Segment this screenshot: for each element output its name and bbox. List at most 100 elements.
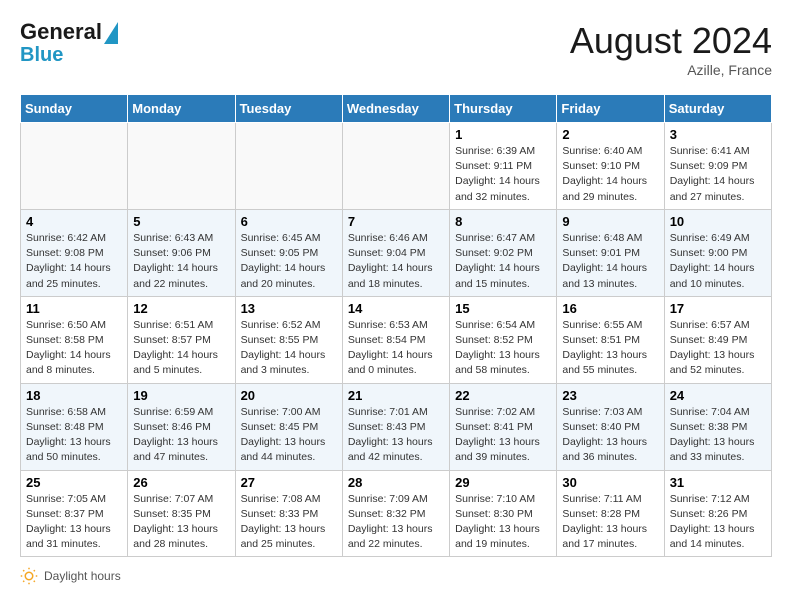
day-number: 24 [670, 388, 766, 403]
day-cell-1: 1Sunrise: 6:39 AMSunset: 9:11 PMDaylight… [450, 123, 557, 210]
day-info: Sunrise: 6:57 AMSunset: 8:49 PMDaylight:… [670, 318, 766, 379]
calendar-week-row: 11Sunrise: 6:50 AMSunset: 8:58 PMDayligh… [21, 296, 772, 383]
day-info: Sunrise: 6:59 AMSunset: 8:46 PMDaylight:… [133, 405, 229, 466]
day-cell-29: 29Sunrise: 7:10 AMSunset: 8:30 PMDayligh… [450, 470, 557, 557]
day-number: 21 [348, 388, 444, 403]
day-number: 15 [455, 301, 551, 316]
day-number: 3 [670, 127, 766, 142]
day-info: Sunrise: 7:05 AMSunset: 8:37 PMDaylight:… [26, 492, 122, 553]
day-info: Sunrise: 6:54 AMSunset: 8:52 PMDaylight:… [455, 318, 551, 379]
day-info: Sunrise: 6:52 AMSunset: 8:55 PMDaylight:… [241, 318, 337, 379]
day-cell-26: 26 Sunrise: 7:07 AMSunset: 8:35 PMDayligh… [128, 470, 235, 557]
day-cell-2: 2 Sunrise: 6:40 AMSunset: 9:10 PMDaylight… [557, 123, 664, 210]
day-number: 12 [133, 301, 229, 316]
day-info: Sunrise: 6:46 AMSunset: 9:04 PMDaylight:… [348, 231, 444, 292]
day-info: Sunrise: 6:48 AMSunset: 9:01 PMDaylight:… [562, 231, 658, 292]
day-cell-22: 22Sunrise: 7:02 AMSunset: 8:41 PMDayligh… [450, 383, 557, 470]
day-cell-9: 9 Sunrise: 6:48 AMSunset: 9:01 PMDaylight… [557, 209, 664, 296]
day-cell-21: 21 Sunrise: 7:01 AMSunset: 8:43 PMDayligh… [342, 383, 449, 470]
sun-icon [20, 567, 38, 585]
day-number: 17 [670, 301, 766, 316]
day-cell-25: 25 Sunrise: 7:05 AMSunset: 8:37 PMDayligh… [21, 470, 128, 557]
day-number: 14 [348, 301, 444, 316]
empty-cell [342, 123, 449, 210]
day-number: 31 [670, 475, 766, 490]
day-info: Sunrise: 7:01 AMSunset: 8:43 PMDaylight:… [348, 405, 444, 466]
day-info: Sunrise: 7:08 AMSunset: 8:33 PMDaylight:… [241, 492, 337, 553]
day-header-wednesday: Wednesday [342, 95, 449, 123]
day-info: Sunrise: 6:58 AMSunset: 8:48 PMDaylight:… [26, 405, 122, 466]
day-number: 26 [133, 475, 229, 490]
day-cell-4: 4 Sunrise: 6:42 AMSunset: 9:08 PMDaylight… [21, 209, 128, 296]
day-info: Sunrise: 7:04 AMSunset: 8:38 PMDaylight:… [670, 405, 766, 466]
day-cell-3: 3 Sunrise: 6:41 AMSunset: 9:09 PMDaylight… [664, 123, 771, 210]
day-info: Sunrise: 6:51 AMSunset: 8:57 PMDaylight:… [133, 318, 229, 379]
day-cell-15: 15 Sunrise: 6:54 AMSunset: 8:52 PMDayligh… [450, 296, 557, 383]
day-number: 5 [133, 214, 229, 229]
location: Azille, France [570, 62, 772, 78]
day-number: 1 [455, 127, 551, 142]
day-info: Sunrise: 6:47 AMSunset: 9:02 PMDaylight:… [455, 231, 551, 292]
day-number: 28 [348, 475, 444, 490]
calendar-week-row: 4 Sunrise: 6:42 AMSunset: 9:08 PMDaylight… [21, 209, 772, 296]
day-info: Sunrise: 6:42 AMSunset: 9:08 PMDaylight:… [26, 231, 122, 292]
empty-cell [128, 123, 235, 210]
day-number: 8 [455, 214, 551, 229]
day-cell-20: 20 Sunrise: 7:00 AMSunset: 8:45 PMDayligh… [235, 383, 342, 470]
title-area: August 2024 Azille, France [570, 20, 772, 78]
day-number: 30 [562, 475, 658, 490]
calendar-table: SundayMondayTuesdayWednesdayThursdayFrid… [20, 94, 772, 557]
day-number: 25 [26, 475, 122, 490]
day-cell-31: 31 Sunrise: 7:12 AMSunset: 8:26 PMDayligh… [664, 470, 771, 557]
day-cell-18: 18 Sunrise: 6:58 AMSunset: 8:48 PMDayligh… [21, 383, 128, 470]
day-info: Sunrise: 6:40 AMSunset: 9:10 PMDaylight:… [562, 144, 658, 205]
day-cell-24: 24 Sunrise: 7:04 AMSunset: 8:38 PMDayligh… [664, 383, 771, 470]
day-info: Sunrise: 7:09 AMSunset: 8:32 PMDaylight:… [348, 492, 444, 553]
day-number: 20 [241, 388, 337, 403]
day-info: Sunrise: 7:07 AMSunset: 8:35 PMDaylight:… [133, 492, 229, 553]
day-header-thursday: Thursday [450, 95, 557, 123]
day-number: 7 [348, 214, 444, 229]
page-header: General Blue August 2024 Azille, France [20, 20, 772, 78]
day-cell-7: 7 Sunrise: 6:46 AMSunset: 9:04 PMDaylight… [342, 209, 449, 296]
day-number: 23 [562, 388, 658, 403]
day-cell-13: 13 Sunrise: 6:52 AMSunset: 8:55 PMDayligh… [235, 296, 342, 383]
logo-text: General [20, 20, 118, 44]
day-header-monday: Monday [128, 95, 235, 123]
day-info: Sunrise: 7:11 AMSunset: 8:28 PMDaylight:… [562, 492, 658, 553]
day-cell-16: 16 Sunrise: 6:55 AMSunset: 8:51 PMDayligh… [557, 296, 664, 383]
day-number: 2 [562, 127, 658, 142]
empty-cell [235, 123, 342, 210]
day-info: Sunrise: 7:00 AMSunset: 8:45 PMDaylight:… [241, 405, 337, 466]
day-number: 18 [26, 388, 122, 403]
calendar-week-row: 18 Sunrise: 6:58 AMSunset: 8:48 PMDayligh… [21, 383, 772, 470]
day-number: 6 [241, 214, 337, 229]
day-info: Sunrise: 7:10 AMSunset: 8:30 PMDaylight:… [455, 492, 551, 553]
day-number: 9 [562, 214, 658, 229]
day-number: 27 [241, 475, 337, 490]
day-number: 10 [670, 214, 766, 229]
day-cell-17: 17 Sunrise: 6:57 AMSunset: 8:49 PMDayligh… [664, 296, 771, 383]
day-number: 4 [26, 214, 122, 229]
day-info: Sunrise: 6:41 AMSunset: 9:09 PMDaylight:… [670, 144, 766, 205]
day-info: Sunrise: 7:03 AMSunset: 8:40 PMDaylight:… [562, 405, 658, 466]
day-cell-8: 8 Sunrise: 6:47 AMSunset: 9:02 PMDaylight… [450, 209, 557, 296]
footer-label: Daylight hours [44, 569, 121, 583]
day-info: Sunrise: 6:55 AMSunset: 8:51 PMDaylight:… [562, 318, 658, 379]
day-number: 16 [562, 301, 658, 316]
day-cell-19: 19Sunrise: 6:59 AMSunset: 8:46 PMDayligh… [128, 383, 235, 470]
day-number: 13 [241, 301, 337, 316]
calendar-header-row: SundayMondayTuesdayWednesdayThursdayFrid… [21, 95, 772, 123]
day-info: Sunrise: 7:02 AMSunset: 8:41 PMDaylight:… [455, 405, 551, 466]
day-cell-14: 14Sunrise: 6:53 AMSunset: 8:54 PMDayligh… [342, 296, 449, 383]
day-cell-12: 12 Sunrise: 6:51 AMSunset: 8:57 PMDayligh… [128, 296, 235, 383]
day-cell-30: 30 Sunrise: 7:11 AMSunset: 8:28 PMDayligh… [557, 470, 664, 557]
empty-cell [21, 123, 128, 210]
day-cell-6: 6Sunrise: 6:45 AMSunset: 9:05 PMDaylight… [235, 209, 342, 296]
calendar-week-row: 1Sunrise: 6:39 AMSunset: 9:11 PMDaylight… [21, 123, 772, 210]
day-info: Sunrise: 6:43 AMSunset: 9:06 PMDaylight:… [133, 231, 229, 292]
day-cell-5: 5 Sunrise: 6:43 AMSunset: 9:06 PMDaylight… [128, 209, 235, 296]
day-info: Sunrise: 7:12 AMSunset: 8:26 PMDaylight:… [670, 492, 766, 553]
footer: Daylight hours [20, 567, 772, 585]
day-cell-27: 27 Sunrise: 7:08 AMSunset: 8:33 PMDayligh… [235, 470, 342, 557]
